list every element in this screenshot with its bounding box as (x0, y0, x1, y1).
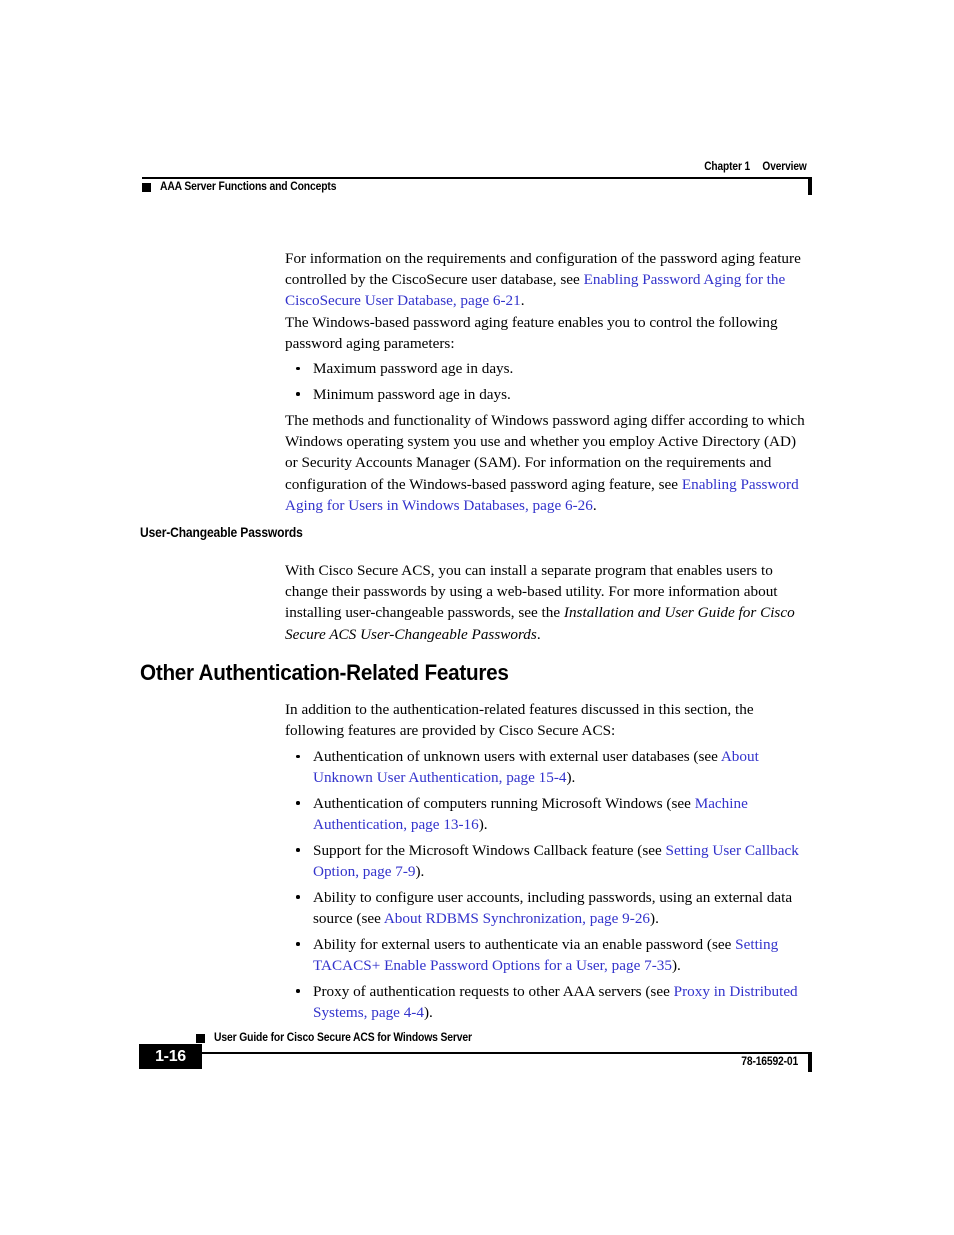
list-item-text: Maximum password age in days. (313, 360, 514, 377)
paragraph-text: In addition to the authentication-relate… (285, 701, 754, 740)
header-rule (142, 177, 812, 195)
list-item-text: Minimum password age in days. (313, 385, 511, 403)
paragraph-text: With Cisco Secure ACS, you can install a… (285, 560, 812, 645)
list-item-tail-text: ). (478, 816, 488, 834)
document-part-number: 78-16592-01 (741, 1056, 798, 1068)
list-item-lead-text: Authentication of unknown users with ext… (313, 748, 721, 765)
list-item-lead-text: Support for the Microsoft Windows Callba… (313, 841, 666, 859)
heading-other-authentication-related-features: Other Authentication-Related Features (140, 660, 509, 685)
bullet-icon (296, 895, 300, 899)
header-chapter-label: Chapter 1 (704, 161, 751, 173)
list-item: Support for the Microsoft Windows Callba… (285, 840, 815, 882)
header-chapter-line: Chapter 1 Overview (222, 160, 812, 174)
paragraph-other-features-intro: In addition to the authentication-relate… (285, 699, 812, 741)
paragraph-tail-text: . (520, 292, 525, 310)
bullet-icon (296, 392, 300, 396)
bullet-icon (296, 848, 300, 852)
footer-square-marker-icon (196, 1033, 205, 1043)
paragraph-tail-text: . (592, 496, 597, 514)
paragraph-user-changeable-passwords: With Cisco Secure ACS, you can install a… (285, 560, 812, 645)
list-item-tail-text: ). (650, 909, 659, 927)
list-item: Minimum password age in days. (285, 384, 815, 405)
list-item: Proxy of authentication requests to othe… (285, 981, 815, 1023)
list-item-lead-text: Ability for external users to authentica… (313, 935, 736, 953)
header-square-marker-icon (142, 182, 151, 192)
header-rule-end-tick (808, 178, 812, 195)
footer-guide-title: User Guide for Cisco Secure ACS for Wind… (214, 1032, 472, 1044)
list-item-tail-text: ). (423, 1003, 433, 1021)
page-header: Chapter 1 Overview AAA Server Functions a… (142, 160, 812, 195)
heading-user-changeable-passwords: User-Changeable Passwords (140, 525, 303, 540)
running-head: AAA Server Functions and Concepts (142, 181, 356, 193)
list-item-tail-text: ). (415, 863, 425, 881)
footer-rule (142, 1052, 812, 1072)
bullet-icon (296, 801, 300, 805)
bullet-icon (296, 989, 300, 993)
list-item-tail-text: ). (671, 956, 681, 974)
list-password-aging-parameters: Maximum password age in days. Minimum pa… (285, 358, 815, 405)
paragraph-text: The methods and functionality of Windows… (285, 410, 812, 516)
paragraph-windows-aging-methods: The methods and functionality of Windows… (285, 410, 812, 516)
list-item: Maximum password age in days. (285, 358, 815, 379)
bullet-icon (296, 366, 300, 371)
paragraph-text: The Windows-based password aging feature… (285, 314, 778, 353)
list-other-authentication-features: Authentication of unknown users with ext… (285, 746, 815, 1023)
paragraph-windows-password-aging-intro: The Windows-based password aging feature… (285, 312, 812, 354)
bullet-icon (296, 754, 300, 759)
list-item-lead-text: Proxy of authentication requests to othe… (313, 982, 674, 1000)
footer-guide-line: User Guide for Cisco Secure ACS for Wind… (196, 1032, 501, 1044)
list-item: Ability for external users to authentica… (285, 934, 815, 976)
list-item-lead-text: Authentication of computers running Micr… (313, 794, 695, 812)
paragraph-text: For information on the requirements and … (285, 248, 812, 312)
running-head-text: AAA Server Functions and Concepts (160, 181, 337, 193)
bullet-icon (296, 942, 300, 946)
paragraph-tail-text: . (536, 625, 541, 643)
xref-about-rdbms-synchronization[interactable]: About RDBMS Synchronization, page 9-26 (384, 910, 650, 927)
footer-rule-end-tick (808, 1053, 812, 1072)
page-number-badge: 1-16 (139, 1044, 202, 1069)
header-chapter-title: Overview (762, 161, 807, 173)
list-item: Ability to configure user accounts, incl… (285, 887, 815, 929)
paragraph-password-aging-requirements: For information on the requirements and … (285, 248, 812, 312)
document-page: Chapter 1 Overview AAA Server Functions a… (0, 0, 954, 1235)
list-item: Authentication of computers running Micr… (285, 793, 815, 835)
list-item: Authentication of unknown users with ext… (285, 746, 815, 788)
list-item-tail-text: ). (566, 769, 576, 787)
